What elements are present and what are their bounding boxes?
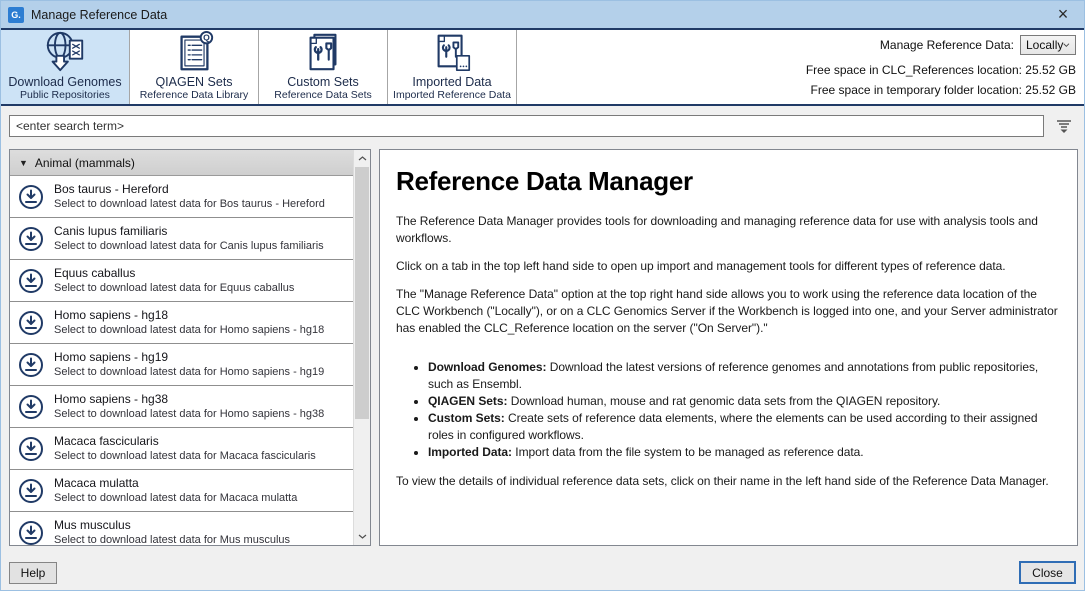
filter-icon[interactable]	[1053, 115, 1075, 137]
help-button[interactable]: Help	[9, 562, 57, 584]
tab-label: Imported Data	[412, 75, 491, 89]
free-space-temp: Free space in temporary folder location:…	[811, 83, 1076, 97]
feature-item-custom-sets: Custom Sets: Create sets of reference da…	[428, 410, 1063, 444]
tab-imported-data[interactable]: Imported Data Imported Reference Data	[388, 30, 517, 104]
item-subtitle: Select to download latest data for Mus m…	[54, 533, 290, 545]
chevron-down-icon	[1063, 42, 1070, 48]
item-subtitle: Select to download latest data for Canis…	[54, 239, 324, 253]
bullet-term: Imported Data:	[428, 445, 512, 459]
footer-bar: Help Close	[1, 557, 1084, 590]
bullet-text: Create sets of reference data elements, …	[428, 411, 1037, 442]
item-title: Mus musculus	[54, 518, 290, 533]
item-subtitle: Select to download latest data for Homo …	[54, 365, 324, 379]
tab-sublabel: Public Repositories	[20, 89, 110, 101]
download-circle-icon	[18, 268, 44, 294]
scroll-up-icon[interactable]	[354, 150, 370, 167]
feature-item-download-genomes: Download Genomes: Download the latest ve…	[428, 359, 1063, 393]
tab-label: Download Genomes	[8, 75, 121, 89]
import-document-icon	[427, 30, 477, 74]
app-icon: G.	[8, 7, 24, 23]
search-row	[1, 106, 1084, 146]
item-subtitle: Select to download latest data for Macac…	[54, 449, 316, 463]
item-subtitle: Select to download latest data for Homo …	[54, 323, 324, 337]
item-title: Macaca mulatta	[54, 476, 297, 491]
item-title: Canis lupus familiaris	[54, 224, 324, 239]
feature-item-imported-data: Imported Data: Import data from the file…	[428, 444, 1063, 461]
download-circle-icon	[18, 436, 44, 462]
bullet-term: Download Genomes:	[428, 360, 547, 374]
intro-paragraph: The Reference Data Manager provides tool…	[396, 213, 1063, 247]
tabs-paragraph: Click on a tab in the top left hand side…	[396, 258, 1063, 275]
manage-reference-data-window: G. Manage Reference Data × Download Geno…	[0, 0, 1085, 591]
location-dropdown-value: Locally	[1026, 38, 1063, 52]
free-space-references: Free space in CLC_References location: 2…	[806, 63, 1076, 77]
download-circle-icon	[18, 394, 44, 420]
item-title: Homo sapiens - hg18	[54, 308, 324, 323]
page-title: Reference Data Manager	[396, 166, 1063, 197]
tab-sublabel: Reference Data Library	[140, 89, 249, 101]
item-title: Homo sapiens - hg19	[54, 350, 324, 365]
tab-custom-sets[interactable]: Custom Sets Reference Data Sets	[259, 30, 388, 104]
scrollbar-thumb[interactable]	[355, 167, 369, 419]
bullet-term: QIAGEN Sets:	[428, 394, 507, 408]
search-input[interactable]	[9, 115, 1044, 137]
list-item-mus-musculus[interactable]: Mus musculus Select to download latest d…	[10, 512, 353, 545]
download-circle-icon	[18, 478, 44, 504]
tab-strip: Download Genomes Public Repositories Q Q…	[1, 30, 1084, 104]
download-circle-icon	[18, 184, 44, 210]
item-title: Bos taurus - Hereford	[54, 182, 325, 197]
tab-qiagen-sets[interactable]: Q QIAGEN Sets Reference Data Library	[130, 30, 259, 104]
bullet-text: Import data from the file system to be m…	[515, 445, 863, 459]
list-item-homo-sapiens-hg19[interactable]: Homo sapiens - hg19 Select to download l…	[10, 344, 353, 386]
location-controls: Manage Reference Data: Locally Free spac…	[806, 35, 1076, 105]
feature-list: Download Genomes: Download the latest ve…	[410, 359, 1063, 461]
item-title: Equus caballus	[54, 266, 294, 281]
bullet-term: Custom Sets:	[428, 411, 505, 425]
item-title: Homo sapiens - hg38	[54, 392, 324, 407]
group-header-label: Animal (mammals)	[35, 156, 135, 170]
list-item-macaca-fascicularis[interactable]: Macaca fascicularis Select to download l…	[10, 428, 353, 470]
list-item-canis-lupus[interactable]: Canis lupus familiaris Select to downloa…	[10, 218, 353, 260]
item-subtitle: Select to download latest data for Equus…	[54, 281, 294, 295]
close-window-icon[interactable]: ×	[1042, 1, 1084, 28]
tab-label: QIAGEN Sets	[155, 75, 232, 89]
download-circle-icon	[18, 352, 44, 378]
title-bar: G. Manage Reference Data ×	[1, 1, 1084, 28]
item-title: Macaca fascicularis	[54, 434, 316, 449]
qiagen-document-icon: Q	[169, 30, 219, 74]
list-item-macaca-mulatta[interactable]: Macaca mulatta Select to download latest…	[10, 470, 353, 512]
manage-reference-data-label: Manage Reference Data:	[880, 38, 1014, 52]
item-subtitle: Select to download latest data for Macac…	[54, 491, 297, 505]
close-button[interactable]: Close	[1019, 561, 1076, 584]
list-item-bos-taurus[interactable]: Bos taurus - Hereford Select to download…	[10, 176, 353, 218]
list-scrollbar[interactable]	[353, 150, 370, 545]
collapse-triangle-icon: ▼	[19, 158, 28, 168]
bullet-text: Download human, mouse and rat genomic da…	[511, 394, 941, 408]
svg-text:Q: Q	[203, 33, 210, 43]
location-dropdown[interactable]: Locally	[1020, 35, 1076, 55]
tools-document-icon	[298, 30, 348, 74]
tab-label: Custom Sets	[287, 75, 359, 89]
list-item-equus-caballus[interactable]: Equus caballus Select to download latest…	[10, 260, 353, 302]
tab-sublabel: Imported Reference Data	[393, 89, 511, 101]
download-circle-icon	[18, 520, 44, 546]
download-circle-icon	[18, 310, 44, 336]
location-paragraph: The "Manage Reference Data" option at th…	[396, 286, 1063, 337]
genome-list-panel: ▼ Animal (mammals) Bos taurus - Hereford…	[9, 149, 371, 546]
download-circle-icon	[18, 226, 44, 252]
feature-item-qiagen-sets: QIAGEN Sets: Download human, mouse and r…	[428, 393, 1063, 410]
tab-download-genomes[interactable]: Download Genomes Public Repositories	[1, 30, 130, 104]
tab-sublabel: Reference Data Sets	[274, 89, 371, 101]
group-header-animal-mammals[interactable]: ▼ Animal (mammals)	[10, 150, 353, 176]
item-subtitle: Select to download latest data for Homo …	[54, 407, 324, 421]
globe-download-icon	[40, 30, 90, 74]
closing-paragraph: To view the details of individual refere…	[396, 473, 1063, 490]
list-item-homo-sapiens-hg18[interactable]: Homo sapiens - hg18 Select to download l…	[10, 302, 353, 344]
list-item-homo-sapiens-hg38[interactable]: Homo sapiens - hg38 Select to download l…	[10, 386, 353, 428]
description-panel: Reference Data Manager The Reference Dat…	[379, 149, 1078, 546]
scroll-down-icon[interactable]	[354, 528, 370, 545]
item-subtitle: Select to download latest data for Bos t…	[54, 197, 325, 211]
window-title: Manage Reference Data	[31, 8, 167, 22]
